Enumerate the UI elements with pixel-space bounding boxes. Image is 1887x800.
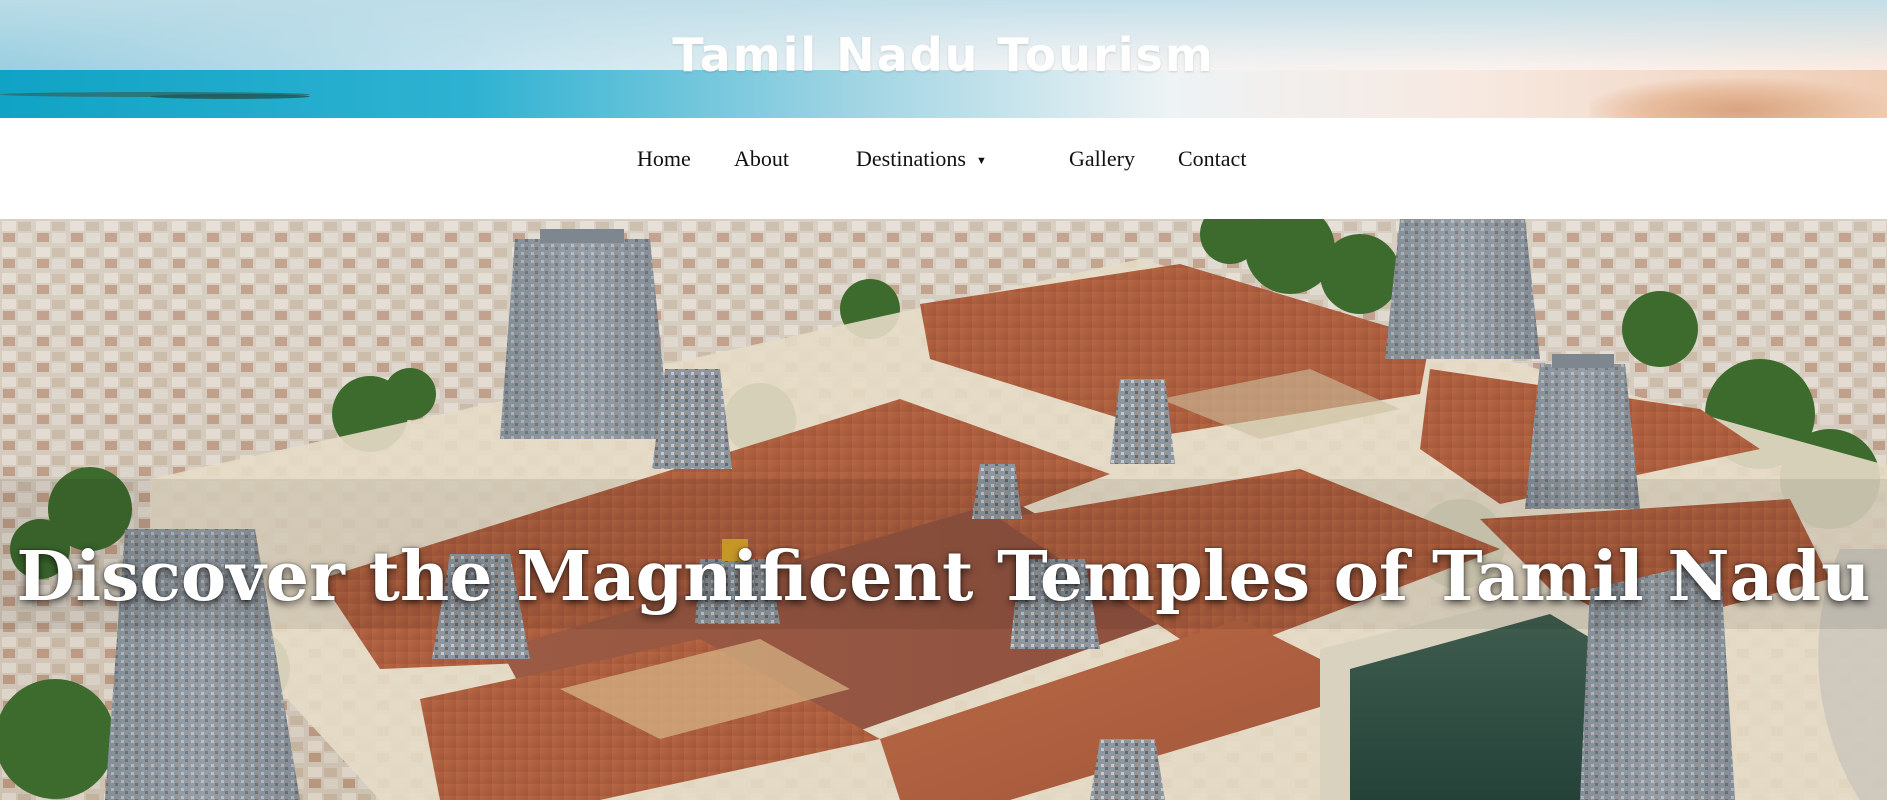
hero-section: Discover the Magnificent Temples of Tami…: [0, 219, 1887, 800]
nav-gallery[interactable]: Gallery: [1069, 146, 1135, 172]
site-title: Tamil Nadu Tourism: [672, 28, 1215, 82]
hero-heading: Discover the Magnificent Temples of Tami…: [16, 537, 1871, 617]
main-nav: Home About Destinations ▼ Gallery Contact: [0, 118, 1887, 219]
nav-destinations-label: Destinations: [856, 146, 966, 171]
hero-image: [0, 219, 1887, 800]
nav-destinations[interactable]: Destinations ▼: [856, 146, 987, 172]
nav-contact[interactable]: Contact: [1178, 146, 1246, 172]
nav-home[interactable]: Home: [637, 146, 691, 172]
caret-down-icon: ▼: [976, 154, 987, 167]
header-banner: Tamil Nadu Tourism: [0, 0, 1887, 118]
banner-coast: [1590, 78, 1887, 118]
nav-about[interactable]: About: [734, 146, 789, 172]
banner-island: [150, 94, 310, 99]
gopuram-north: [500, 229, 670, 439]
